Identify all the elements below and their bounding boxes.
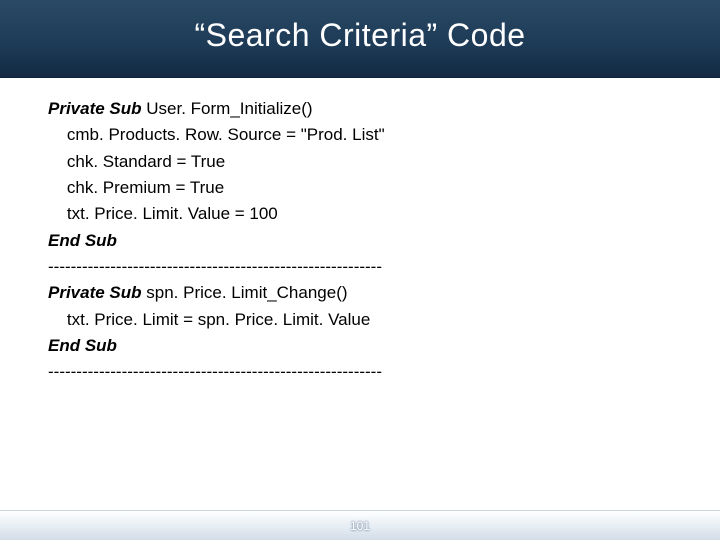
code-line-endsub1: End Sub (48, 228, 672, 254)
page-number: 101 (350, 519, 370, 533)
code-line-sub1: Private Sub User. Form_Initialize() (48, 96, 672, 122)
separator: ----------------------------------------… (48, 254, 672, 280)
code-line: cmb. Products. Row. Source = "Prod. List… (48, 122, 672, 148)
code-line: txt. Price. Limit. Value = 100 (48, 201, 672, 227)
footer-bar: 101 (0, 510, 720, 540)
code-line-endsub2: End Sub (48, 333, 672, 359)
code-line: chk. Premium = True (48, 175, 672, 201)
code-line-sub2: Private Sub spn. Price. Limit_Change() (48, 280, 672, 306)
slide: “Search Criteria” Code Private Sub User.… (0, 0, 720, 540)
code-line: txt. Price. Limit = spn. Price. Limit. V… (48, 307, 672, 333)
slide-title: “Search Criteria” Code (194, 17, 525, 54)
code-line: chk. Standard = True (48, 149, 672, 175)
title-bar: “Search Criteria” Code (0, 0, 720, 78)
slide-content: Private Sub User. Form_Initialize() cmb.… (0, 78, 720, 540)
separator: ----------------------------------------… (48, 359, 672, 385)
